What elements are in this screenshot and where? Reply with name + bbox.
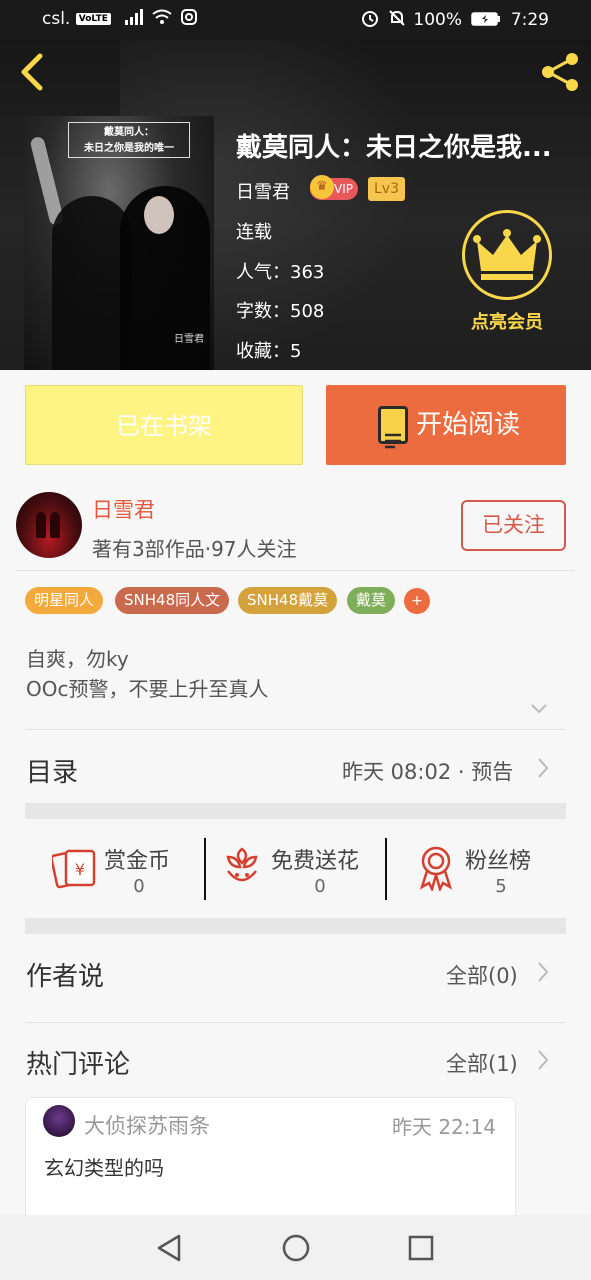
commenter-avatar[interactable] [43, 1105, 75, 1137]
battery-percent: 100% [413, 10, 462, 30]
popularity-row: 人气：363 [236, 258, 324, 284]
stat-divider [204, 838, 206, 900]
svg-text:¥: ¥ [75, 860, 85, 879]
coin-envelope-icon: ¥ [50, 849, 96, 889]
fan-ranking-value: 5 [495, 876, 507, 897]
author-avatar[interactable] [16, 492, 82, 558]
stat-divider [385, 838, 387, 900]
status-bar: csl. VoLTE 100% 7:29 [0, 0, 591, 40]
divider [16, 570, 575, 571]
cover-title: 戴莫同人： 未日之你是我的唯一 [68, 122, 190, 158]
in-bookshelf-button[interactable]: 已在书架 [25, 385, 303, 465]
author-name[interactable]: 日雪君 [92, 494, 155, 524]
carrier-label: csl. [42, 9, 71, 29]
section-separator [25, 918, 566, 934]
start-reading-button[interactable]: 开始阅读 [326, 385, 566, 465]
book-detail-body [0, 370, 591, 1215]
reward-coin-label[interactable]: 赏金币 [104, 843, 170, 875]
signal-icon [125, 9, 144, 25]
hot-comments-all[interactable]: 全部(1) [446, 1048, 518, 1078]
chevron-right-icon[interactable] [536, 1048, 550, 1072]
flower-icon [226, 847, 258, 882]
avatar-figure-right [50, 512, 60, 538]
vip-promo-label[interactable]: 点亮会员 [444, 308, 570, 334]
level-badge: Lv3 [368, 177, 405, 201]
chevron-down-icon[interactable] [530, 700, 548, 718]
popularity-label: 人气： [236, 262, 290, 283]
divider [25, 729, 566, 730]
favorites-label: 收藏： [236, 341, 290, 362]
tag-daimo[interactable]: 戴莫 [347, 587, 396, 614]
instagram-icon [181, 9, 198, 25]
free-flower-label[interactable]: 免费送花 [271, 843, 359, 875]
popularity-value: 363 [290, 262, 325, 283]
catalog-latest[interactable]: 昨天 08:02 · 预告 [342, 756, 513, 786]
alarm-icon [361, 11, 378, 27]
book-title: 戴莫同人：未日之你是我... [236, 133, 552, 163]
tag-mingxing-tongren[interactable]: 明星同人 [25, 587, 104, 614]
wifi-icon [152, 9, 172, 24]
crown-icon [473, 229, 541, 280]
add-tag-button[interactable]: + [404, 588, 430, 614]
medal-icon [419, 846, 453, 893]
clock: 7:29 [510, 10, 549, 30]
author-info: 著有3部作品·97人关注 [92, 537, 297, 561]
divider [25, 1022, 566, 1023]
status-right: 100% 7:29 [361, 9, 549, 30]
cover-title-line2: 未日之你是我的唯一 [84, 143, 174, 154]
mute-icon [389, 10, 405, 26]
chevron-right-icon[interactable] [536, 756, 550, 780]
catalog-title[interactable]: 目录 [26, 752, 78, 789]
word-count-row: 字数：508 [236, 297, 324, 323]
chevron-right-icon[interactable] [536, 960, 550, 984]
commenter-name[interactable]: 大侦探苏雨条 [84, 1110, 210, 1140]
share-icon[interactable] [538, 50, 582, 94]
battery-icon [471, 12, 501, 26]
word-count-label: 字数： [236, 301, 290, 322]
hot-comments-title[interactable]: 热门评论 [26, 1044, 130, 1081]
tag-snh48-daimo[interactable]: SNH48戴莫 [238, 587, 338, 614]
book-cover[interactable]: 戴莫同人： 未日之你是我的唯一 日雪君 [24, 116, 214, 370]
vip-crown-icon: ♛ [310, 175, 334, 199]
description-line2: OOc预警，不要上升至真人 [26, 677, 269, 701]
author-says-title[interactable]: 作者说 [26, 956, 104, 993]
tag-snh48-tongrenwen[interactable]: SNH48同人文 [115, 587, 230, 614]
cover-figure-face [144, 196, 174, 234]
free-flower-button[interactable] [222, 845, 262, 893]
free-flower-value: 0 [314, 876, 326, 897]
reward-coin-value: 0 [133, 876, 145, 897]
comment-time: 昨天 22:14 [392, 1115, 496, 1139]
back-arrow-icon[interactable] [16, 52, 48, 92]
nav-home-icon[interactable] [281, 1233, 311, 1263]
serial-status: 连载 [236, 222, 272, 243]
header-author-name[interactable]: 日雪君 [236, 178, 290, 204]
favorites-row: 收藏：5 [236, 337, 301, 363]
start-reading-label: 开始阅读 [416, 410, 521, 440]
cover-signature: 日雪君 [174, 334, 204, 345]
nav-recents-icon[interactable] [407, 1234, 435, 1262]
fan-ranking-label[interactable]: 粉丝榜 [465, 843, 531, 875]
author-says-all[interactable]: 全部(0) [446, 960, 518, 990]
book-icon [378, 406, 408, 449]
description-line1: 自爽，勿ky [26, 647, 129, 671]
fan-ranking-button[interactable] [416, 845, 456, 895]
favorites-value: 5 [290, 341, 302, 362]
avatar-figure-left [36, 512, 46, 538]
reward-coin-button[interactable]: ¥ [50, 845, 98, 893]
cover-title-line1: 戴莫同人： [104, 127, 154, 138]
word-count-value: 508 [290, 301, 325, 322]
system-nav-bar [0, 1215, 591, 1280]
volte-icon: VoLTE [75, 13, 111, 25]
comment-text: 玄幻类型的吗 [44, 1156, 164, 1180]
status-left: csl. VoLTE [42, 9, 198, 29]
vip-promo-button[interactable] [462, 210, 552, 300]
nav-back-icon[interactable] [155, 1233, 183, 1263]
section-separator [25, 803, 566, 819]
follow-button[interactable]: 已关注 [461, 500, 566, 551]
